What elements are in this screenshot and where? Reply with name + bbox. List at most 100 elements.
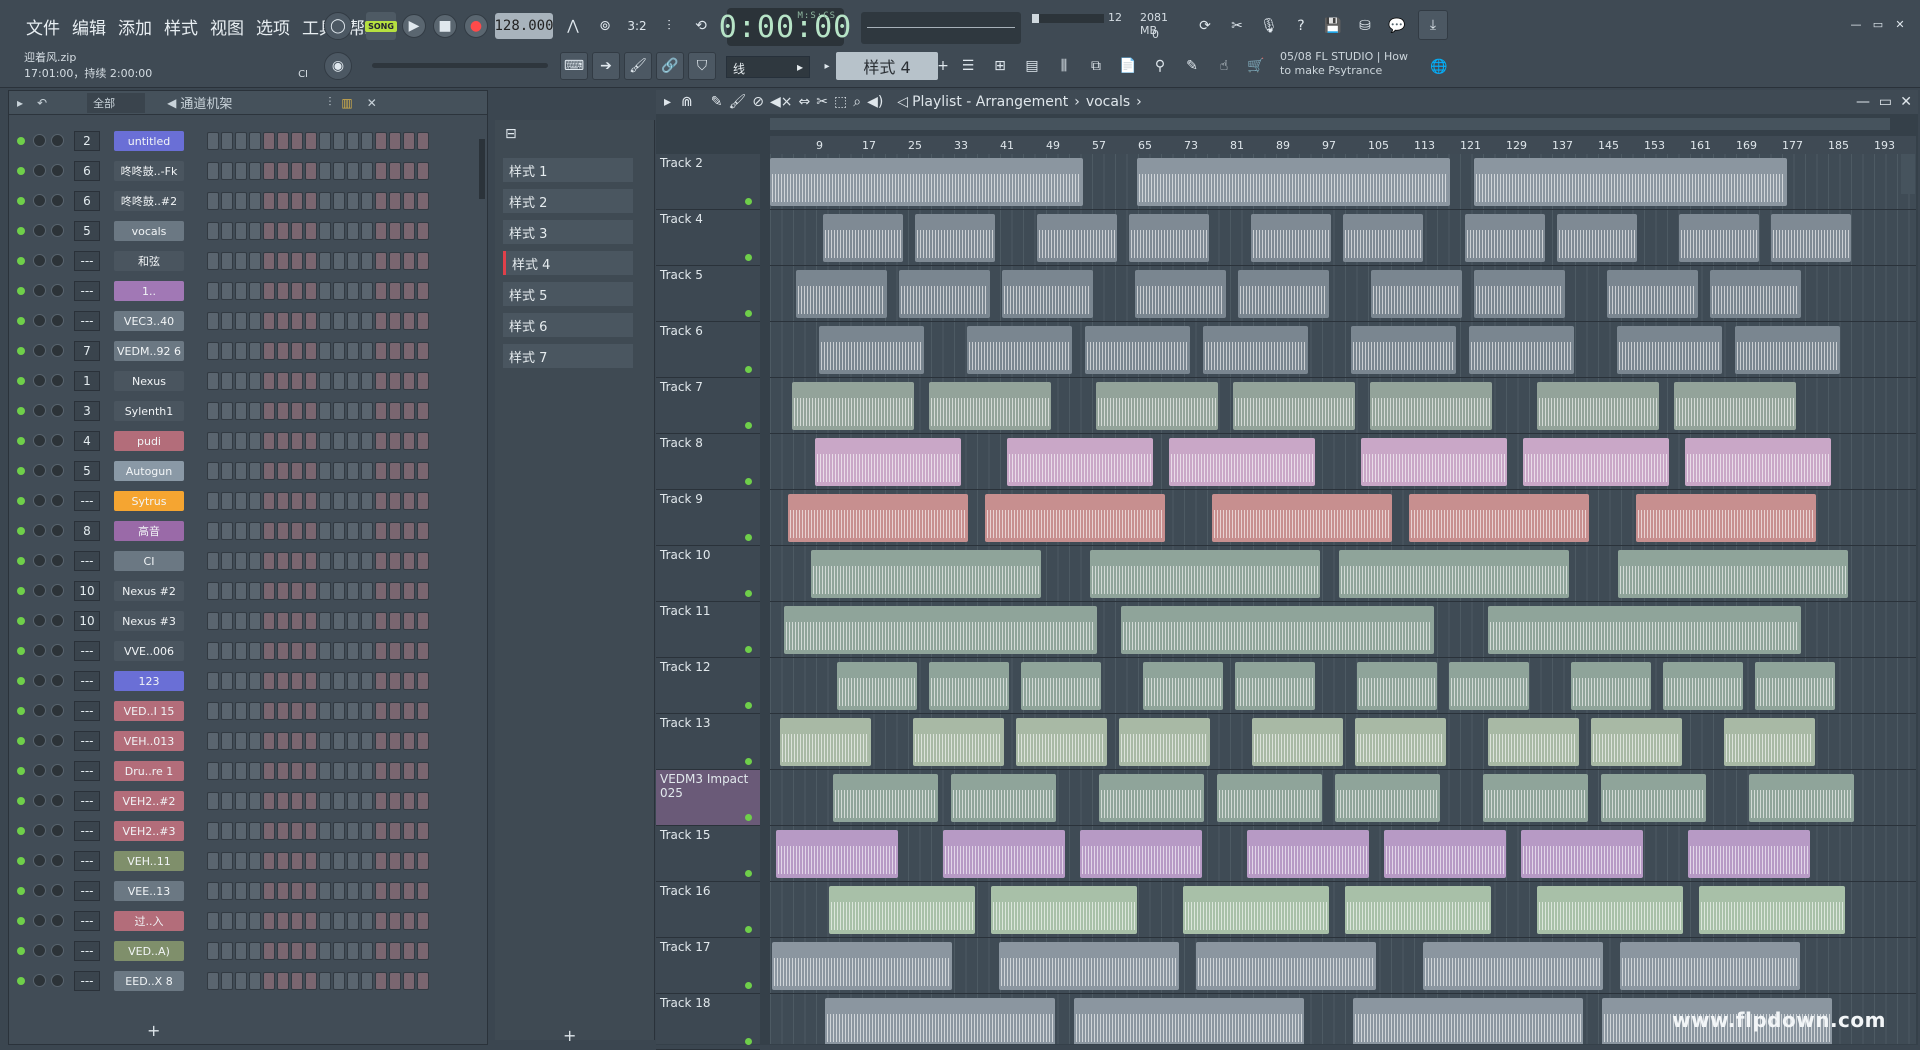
playlist-clip[interactable] [915,214,995,262]
pattern-item[interactable]: 样式 5 [503,282,633,306]
step-button[interactable] [333,342,345,360]
step-button[interactable] [221,522,233,540]
step-button[interactable] [347,852,359,870]
track-lane[interactable] [770,714,1916,770]
channel-row[interactable]: --- 1.. [9,279,479,303]
time-display[interactable]: 0:00:00 M:S:CS [719,8,851,46]
stamp-icon[interactable]: ⛉ [688,52,716,80]
step-button[interactable] [249,882,261,900]
track-mute-led[interactable] [745,198,752,205]
channel-mixer-track[interactable]: --- [74,941,100,961]
playlist-clip[interactable] [1016,718,1107,766]
channel-name-button[interactable]: VEH..11 [114,851,184,871]
channel-name-button[interactable]: VED..I 15 [114,701,184,721]
step-button[interactable] [263,582,275,600]
step-button[interactable] [277,912,289,930]
step-button[interactable] [403,372,415,390]
step-button[interactable] [403,222,415,240]
channel-mixer-track[interactable]: 7 [74,341,100,361]
step-button[interactable] [249,552,261,570]
channel-mute-led[interactable] [17,377,25,385]
volume-knob[interactable] [51,374,64,387]
step-button[interactable] [249,252,261,270]
step-button[interactable] [291,612,303,630]
step-button[interactable] [291,942,303,960]
step-button[interactable] [207,912,219,930]
news-hint[interactable]: 05/08 FL STUDIO | How to make Psytrance [1280,50,1420,78]
channel-rack-icon[interactable]: ▤ [1018,52,1046,80]
playlist-clip[interactable] [1252,718,1343,766]
step-edit-icon[interactable]: ⫶ [656,14,682,38]
step-sequencer[interactable] [207,252,472,270]
volume-knob[interactable] [51,134,64,147]
step-button[interactable] [249,582,261,600]
step-sequencer[interactable] [207,282,472,300]
step-button[interactable] [235,582,247,600]
step-button[interactable] [305,972,317,990]
step-button[interactable] [207,252,219,270]
channel-mixer-track[interactable]: 5 [74,461,100,481]
step-button[interactable] [417,192,429,210]
step-button[interactable] [305,222,317,240]
channel-mixer-track[interactable]: --- [74,641,100,661]
volume-knob[interactable] [51,524,64,537]
step-button[interactable] [347,642,359,660]
step-button[interactable] [291,912,303,930]
step-button[interactable] [375,432,387,450]
step-button[interactable] [249,672,261,690]
step-button[interactable] [221,222,233,240]
playlist-clip[interactable] [1251,214,1331,262]
step-button[interactable] [403,252,415,270]
step-button[interactable] [403,852,415,870]
step-button[interactable] [375,612,387,630]
step-button[interactable] [263,282,275,300]
track-header[interactable]: Track 10 [656,546,760,602]
channel-mixer-track[interactable]: --- [74,881,100,901]
volume-knob[interactable] [51,194,64,207]
step-button[interactable] [305,552,317,570]
step-button[interactable] [249,822,261,840]
step-button[interactable] [361,942,373,960]
step-button[interactable] [207,492,219,510]
channel-mute-led[interactable] [17,707,25,715]
track-header[interactable]: Track 8 [656,434,760,490]
step-button[interactable] [347,492,359,510]
step-sequencer[interactable] [207,882,472,900]
channel-mixer-track[interactable]: 4 [74,431,100,451]
step-sequencer[interactable] [207,522,472,540]
channel-row[interactable]: 5 Autogun [9,459,479,483]
step-button[interactable] [263,552,275,570]
playlist-clip[interactable] [1607,270,1698,318]
playlist-clip[interactable] [1217,774,1322,822]
step-button[interactable] [403,762,415,780]
volume-knob[interactable] [51,584,64,597]
channel-mute-led[interactable] [17,797,25,805]
step-button[interactable] [305,162,317,180]
step-button[interactable] [417,912,429,930]
step-button[interactable] [333,252,345,270]
step-sequencer[interactable] [207,792,472,810]
playlist-clip[interactable] [829,886,975,934]
step-button[interactable] [389,492,401,510]
step-button[interactable] [319,822,331,840]
volume-knob[interactable] [51,464,64,477]
playlist-clip[interactable] [1370,382,1492,430]
track-lane[interactable] [770,770,1916,826]
step-button[interactable] [277,192,289,210]
step-sequencer[interactable] [207,822,472,840]
step-button[interactable] [333,762,345,780]
playlist-clip[interactable] [1591,718,1682,766]
help-icon[interactable]: ? [1288,12,1314,40]
step-button[interactable] [389,852,401,870]
step-button[interactable] [333,582,345,600]
step-sequencer[interactable] [207,912,472,930]
playlist-clip[interactable] [1409,494,1589,542]
step-button[interactable] [305,852,317,870]
zoom-icon[interactable]: ⌕ [853,94,861,110]
step-button[interactable] [389,462,401,480]
step-button[interactable] [347,192,359,210]
step-button[interactable] [291,672,303,690]
channel-row[interactable]: --- Dru..re 1 [9,759,479,783]
channel-mixer-track[interactable]: --- [74,761,100,781]
track-header[interactable]: Track 16 [656,882,760,938]
